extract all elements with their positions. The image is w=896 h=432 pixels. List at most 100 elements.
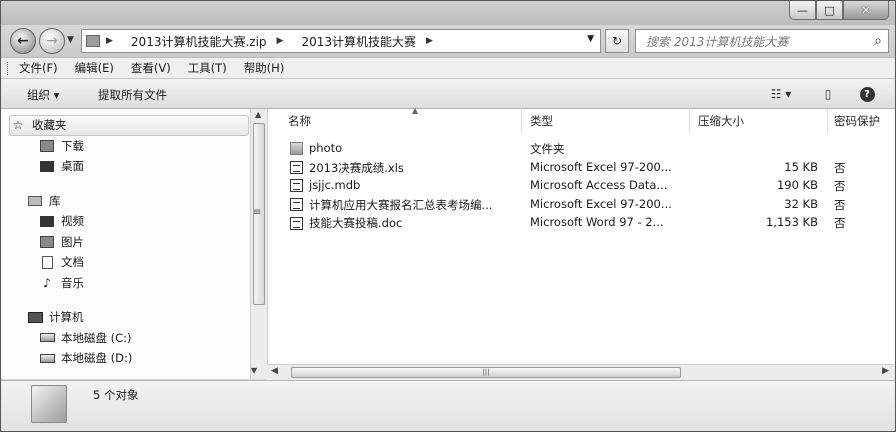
search-placeholder: 搜索 2013计算机技能大赛 bbox=[646, 34, 789, 49]
file-size: 190 KB bbox=[776, 178, 818, 192]
file-name: photo bbox=[309, 141, 343, 155]
column-name-label: 名称 bbox=[288, 114, 311, 128]
folder-icon bbox=[290, 141, 303, 155]
file-password: 否 bbox=[834, 216, 846, 230]
nav-desktop-label: 桌面 bbox=[61, 159, 84, 174]
column-header-name[interactable]: 名称 ▲ bbox=[282, 106, 522, 133]
nav-music[interactable]: ♪ 音乐 bbox=[9, 273, 249, 294]
menu-tools[interactable]: 工具(T) bbox=[188, 60, 227, 76]
column-header-size[interactable]: 压缩大小 bbox=[692, 109, 828, 133]
pictures-icon bbox=[39, 235, 55, 249]
computer-icon bbox=[27, 310, 43, 324]
forward-button[interactable]: → bbox=[39, 28, 65, 54]
nav-pictures[interactable]: 图片 bbox=[9, 232, 249, 253]
file-password: 否 bbox=[834, 160, 846, 175]
nav-libraries[interactable]: 库 bbox=[9, 191, 249, 212]
file-row[interactable]: 计算机应用大赛报名汇总表考场编... Microsoft Excel 97-20… bbox=[268, 195, 896, 214]
file-type: 文件夹 bbox=[530, 142, 565, 156]
documents-icon bbox=[39, 255, 55, 269]
breadcrumb-tail-arrow[interactable]: ▶ bbox=[426, 36, 441, 46]
nav-libraries-label: 库 bbox=[49, 193, 61, 208]
file-list: 名称 ▲ 类型 压缩大小 密码保护 photo 文件夹 2013决赛成绩.xls… bbox=[267, 106, 896, 379]
breadcrumb-folder[interactable]: 2013计算机技能大赛 bbox=[301, 33, 416, 50]
view-options-icon: ☷ ▾ bbox=[770, 87, 792, 101]
file-size: 32 KB bbox=[784, 196, 818, 211]
search-icon[interactable]: ⌕ bbox=[874, 33, 882, 49]
extract-all-button[interactable]: 提取所有文件 bbox=[98, 87, 167, 103]
preview-pane-button[interactable]: ▯ bbox=[817, 84, 839, 104]
preview-pane-icon: ▯ bbox=[824, 87, 832, 101]
forward-arrow-icon: → bbox=[46, 33, 58, 49]
file-type: Microsoft Access Data... bbox=[530, 178, 668, 192]
column-header-password[interactable]: 密码保护 bbox=[828, 109, 896, 133]
nav-computer[interactable]: 计算机 bbox=[9, 307, 249, 328]
scroll-down-icon[interactable]: ▼ bbox=[251, 366, 257, 375]
menu-file[interactable]: 文件(F) bbox=[19, 60, 58, 76]
address-bar[interactable]: ▶ 2013计算机技能大赛.zip ▶ 2013计算机技能大赛 ▶ ▼ bbox=[81, 29, 601, 53]
recent-pages-dropdown-icon[interactable]: ▼ bbox=[67, 35, 74, 45]
library-icon bbox=[27, 194, 43, 208]
nav-documents[interactable]: 文档 bbox=[9, 252, 249, 273]
nav-music-label: 音乐 bbox=[61, 275, 84, 290]
excel-file-icon bbox=[290, 161, 303, 174]
search-input[interactable]: 搜索 2013计算机技能大赛 ⌕ bbox=[635, 29, 889, 53]
menu-bar: 文件(F) 编辑(E) 查看(V) 工具(T) 帮助(H) bbox=[1, 57, 895, 79]
nav-downloads-label: 下载 bbox=[61, 138, 84, 153]
file-row[interactable]: jsjjc.mdb Microsoft Access Data... 190 K… bbox=[268, 176, 896, 195]
nav-videos-label: 视频 bbox=[61, 214, 84, 229]
excel-file-icon bbox=[290, 198, 303, 211]
address-row: ← → ▼ ▶ 2013计算机技能大赛.zip ▶ 2013计算机技能大赛 ▶ … bbox=[1, 25, 895, 57]
chevron-right-icon: ▶ bbox=[426, 36, 433, 46]
breadcrumb-zip[interactable]: 2013计算机技能大赛.zip bbox=[131, 33, 267, 50]
help-button[interactable]: ? bbox=[857, 84, 877, 104]
close-button[interactable]: ✕ bbox=[843, 1, 889, 20]
menu-help[interactable]: 帮助(H) bbox=[244, 60, 285, 76]
nav-downloads[interactable]: 下载 bbox=[9, 136, 249, 157]
organize-button[interactable]: 组织 ▾ bbox=[27, 87, 59, 103]
file-password: 否 bbox=[834, 197, 846, 212]
file-row[interactable]: photo 文件夹 bbox=[268, 139, 896, 158]
file-type: Microsoft Word 97 - 2... bbox=[530, 215, 664, 229]
menu-edit[interactable]: 编辑(E) bbox=[75, 60, 114, 76]
drive-icon bbox=[39, 331, 55, 345]
nav-desktop[interactable]: 桌面 bbox=[9, 156, 249, 177]
column-type-label: 类型 bbox=[530, 114, 553, 128]
breadcrumb-arrow[interactable]: ▶ bbox=[277, 36, 292, 46]
file-size: 1,153 KB bbox=[765, 215, 818, 229]
nav-drive-d[interactable]: 本地磁盘 (D:) bbox=[9, 348, 249, 369]
view-options-button[interactable]: ☷ ▾ bbox=[761, 84, 801, 104]
back-button[interactable]: ← bbox=[10, 28, 36, 54]
refresh-button[interactable]: ↻ bbox=[605, 29, 629, 53]
nav-documents-label: 文档 bbox=[61, 255, 84, 270]
scroll-up-icon[interactable]: ▲ bbox=[255, 110, 261, 119]
nav-videos[interactable]: 视频 bbox=[9, 211, 249, 232]
navigation-pane: ☆ 收藏夹 下载 桌面 库 视频 图片 文档 ♪ 音乐 计算机 本地磁盘 (C:… bbox=[1, 109, 267, 379]
horizontal-scroll-thumb[interactable]: ||| bbox=[291, 367, 681, 378]
file-row[interactable]: 技能大赛投稿.doc Microsoft Word 97 - 2... 1,15… bbox=[268, 213, 896, 232]
folder-path-icon bbox=[86, 35, 100, 47]
scroll-right-icon[interactable]: ▶ bbox=[882, 366, 889, 376]
nav-drive-c[interactable]: 本地磁盘 (C:) bbox=[9, 328, 249, 349]
nav-drive-d-label: 本地磁盘 (D:) bbox=[61, 351, 133, 366]
drive-icon bbox=[39, 351, 55, 365]
scroll-left-icon[interactable]: ◀ bbox=[271, 366, 278, 376]
details-pane: 5 个对象 bbox=[1, 380, 895, 431]
minimize-button[interactable]: — bbox=[789, 1, 816, 20]
file-name: 2013决赛成绩.xls bbox=[309, 160, 404, 175]
navigation-scrollbar[interactable]: ▲ ≡ bbox=[250, 109, 267, 379]
title-bar: — □ ✕ bbox=[1, 1, 895, 25]
menu-grip bbox=[7, 62, 10, 75]
star-icon: ☆ bbox=[12, 118, 24, 133]
nav-favorites[interactable]: ☆ 收藏夹 bbox=[9, 115, 249, 136]
file-row[interactable]: 2013决赛成绩.xls Microsoft Excel 97-200... 1… bbox=[268, 158, 896, 177]
item-count: 5 个对象 bbox=[93, 388, 139, 402]
music-icon: ♪ bbox=[43, 275, 51, 290]
menu-view[interactable]: 查看(V) bbox=[131, 60, 171, 76]
nav-favorites-label: 收藏夹 bbox=[32, 118, 67, 133]
address-dropdown-icon[interactable]: ▼ bbox=[587, 34, 594, 44]
column-header-type[interactable]: 类型 bbox=[524, 109, 690, 133]
horizontal-scrollbar[interactable]: ◀ ||| ▶ bbox=[267, 364, 895, 380]
breadcrumb-root-arrow[interactable]: ▶ bbox=[106, 36, 121, 46]
maximize-button[interactable]: □ bbox=[816, 1, 843, 20]
file-type: Microsoft Excel 97-200... bbox=[530, 159, 672, 174]
